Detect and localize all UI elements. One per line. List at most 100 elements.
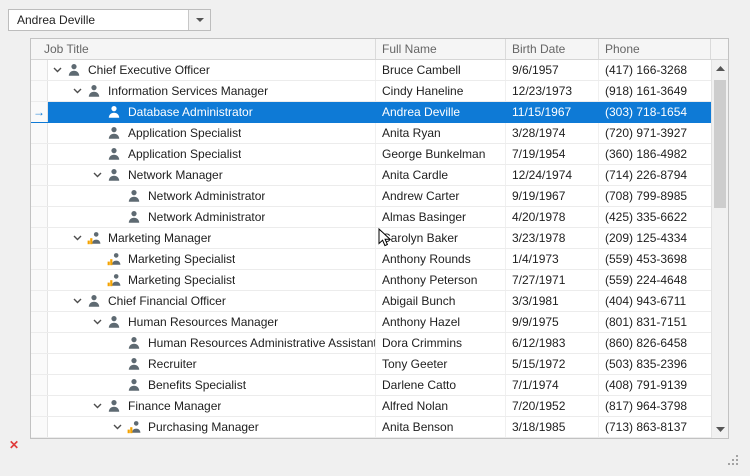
birth-date-cell: 5/15/1972 [506, 354, 599, 374]
tree-row[interactable]: Human Resources Manager Anthony Hazel 9/9/… [31, 312, 711, 333]
column-header-birth-date[interactable]: Birth Date [506, 39, 599, 59]
full-name-cell: Anita Cardle [376, 165, 506, 185]
tree-row[interactable]: → Database Administrator Andrea Deville 11/… [31, 102, 711, 123]
phone-cell: (209) 125-4334 [605, 231, 688, 245]
scroll-down-icon [715, 427, 725, 432]
person-icon [127, 357, 141, 371]
focused-row-arrow-icon: → [33, 105, 45, 119]
job-title-cell: Recruiter [48, 354, 376, 374]
birth-date-cell: 6/12/1983 [506, 333, 599, 353]
tree-row[interactable]: Network Administrator Almas Basinger 4/20/… [31, 207, 711, 228]
row-indicator: → [31, 102, 48, 122]
chevron-down-icon[interactable] [88, 319, 107, 325]
full-name-cell: Anita Ryan [376, 123, 506, 143]
column-header-job-title[interactable]: Job Title [31, 39, 376, 59]
row-indicator [31, 396, 48, 416]
phone-cell: (417) 166-3268 [605, 63, 688, 77]
scroll-up-button[interactable] [712, 60, 728, 77]
row-indicator [31, 228, 48, 248]
job-title-label: Database Administrator [128, 105, 253, 119]
full-name-cell: Abigail Bunch [376, 291, 506, 311]
full-name-cell: Anthony Hazel [376, 312, 506, 332]
job-title-cell: Application Specialist [48, 123, 376, 143]
person-chart-icon [127, 420, 141, 434]
error-icon[interactable]: ✕ [9, 439, 19, 451]
birth-date-cell: 9/9/1975 [506, 312, 599, 332]
job-title-label: Benefits Specialist [148, 378, 247, 392]
tree-row[interactable]: Purchasing Manager Anita Benson 3/18/1985 (… [31, 417, 711, 438]
birth-date-cell: 1/4/1973 [506, 249, 599, 269]
resize-grip[interactable] [728, 455, 740, 467]
tree-row[interactable]: Information Services Manager Cindy Haneli… [31, 81, 711, 102]
job-title-cell: Chief Executive Officer [48, 60, 376, 80]
chevron-down-icon[interactable] [88, 403, 107, 409]
person-icon [107, 399, 121, 413]
birth-date-cell: 7/20/1952 [506, 396, 599, 416]
column-header-filler [711, 39, 728, 59]
scrollbar-thumb[interactable] [714, 80, 726, 208]
combobox-dropdown-button[interactable] [188, 10, 210, 30]
column-header-phone[interactable]: Phone [599, 39, 711, 59]
tree-row[interactable]: Marketing Manager Carolyn Baker 3/23/1978 (… [31, 228, 711, 249]
person-icon [87, 294, 101, 308]
chevron-down-icon[interactable] [108, 424, 127, 430]
vertical-scrollbar[interactable] [711, 60, 728, 438]
scroll-down-button[interactable] [712, 421, 728, 438]
full-name-cell: Alfred Nolan [376, 396, 506, 416]
tree-row[interactable]: Chief Executive Officer Bruce Cambell 9/6/… [31, 60, 711, 81]
phone-cell: (720) 971-3927 [605, 126, 688, 140]
tree-row[interactable]: Recruiter Tony Geeter 5/15/1972 (503) 835-2… [31, 354, 711, 375]
mouse-cursor [378, 228, 391, 247]
tree-row[interactable]: Benefits Specialist Darlene Catto 7/1/1974… [31, 375, 711, 396]
app-window: Andrea Deville Job Title Full Name Birth… [0, 0, 750, 476]
row-indicator [31, 354, 48, 374]
rows-container: Chief Executive Officer Bruce Cambell 9/6/… [31, 60, 711, 438]
chevron-down-icon[interactable] [68, 298, 87, 304]
birth-date-cell: 7/27/1971 [506, 270, 599, 290]
job-title-cell: Human Resources Administrative Assistant [48, 333, 376, 353]
tree-row[interactable]: Application Specialist Anita Ryan 3/28/197… [31, 123, 711, 144]
full-name-cell: Carolyn Baker [376, 228, 506, 248]
job-title-label: Network Administrator [148, 210, 266, 224]
birth-date-cell: 3/3/1981 [506, 291, 599, 311]
job-title-label: Application Specialist [128, 147, 242, 161]
job-title-cell: Finance Manager [48, 396, 376, 416]
job-title-label: Network Administrator [148, 189, 266, 203]
phone-cell: (801) 831-7151 [605, 315, 688, 329]
job-title-cell: Marketing Manager [48, 228, 376, 248]
full-name-cell: Andrew Carter [376, 186, 506, 206]
job-title-label: Purchasing Manager [148, 420, 259, 434]
tree-row[interactable]: Marketing Specialist Anthony Peterson 7/27… [31, 270, 711, 291]
person-icon [67, 63, 81, 77]
phone-cell: (425) 335-6622 [605, 210, 688, 224]
row-indicator [31, 249, 48, 269]
scroll-up-icon [715, 66, 725, 71]
person-icon [127, 336, 141, 350]
chevron-down-icon[interactable] [88, 172, 107, 178]
tree-row[interactable]: Chief Financial Officer Abigail Bunch 3/3/… [31, 291, 711, 312]
tree-row[interactable]: Human Resources Administrative Assistant… [31, 333, 711, 354]
chevron-down-icon[interactable] [68, 235, 87, 241]
tree-row[interactable]: Finance Manager Alfred Nolan 7/20/1952 (817… [31, 396, 711, 417]
employee-combobox[interactable]: Andrea Deville [8, 9, 211, 31]
tree-row[interactable]: Network Manager Anita Cardle 12/24/1974 (71… [31, 165, 711, 186]
phone-cell: (918) 161-3649 [605, 84, 688, 98]
full-name-cell: Bruce Cambell [376, 60, 506, 80]
person-icon [107, 315, 121, 329]
full-name-cell: Anthony Peterson [376, 270, 506, 290]
chevron-down-icon[interactable] [68, 88, 87, 94]
full-name-cell: Tony Geeter [376, 354, 506, 374]
full-name-cell: Anita Benson [376, 417, 506, 437]
tree-row[interactable]: Marketing Specialist Anthony Rounds 1/4/19… [31, 249, 711, 270]
birth-date-cell: 3/28/1974 [506, 123, 599, 143]
row-indicator [31, 312, 48, 332]
birth-date-cell: 12/24/1974 [506, 165, 599, 185]
column-header-full-name[interactable]: Full Name [376, 39, 506, 59]
job-title-cell: Network Manager [48, 165, 376, 185]
tree-row[interactable]: Application Specialist George Bunkelman 7/… [31, 144, 711, 165]
person-icon [127, 210, 141, 224]
chevron-down-icon[interactable] [48, 67, 67, 73]
full-name-cell: Almas Basinger [376, 207, 506, 227]
tree-row[interactable]: Network Administrator Andrew Carter 9/19/1… [31, 186, 711, 207]
row-indicator [31, 333, 48, 353]
